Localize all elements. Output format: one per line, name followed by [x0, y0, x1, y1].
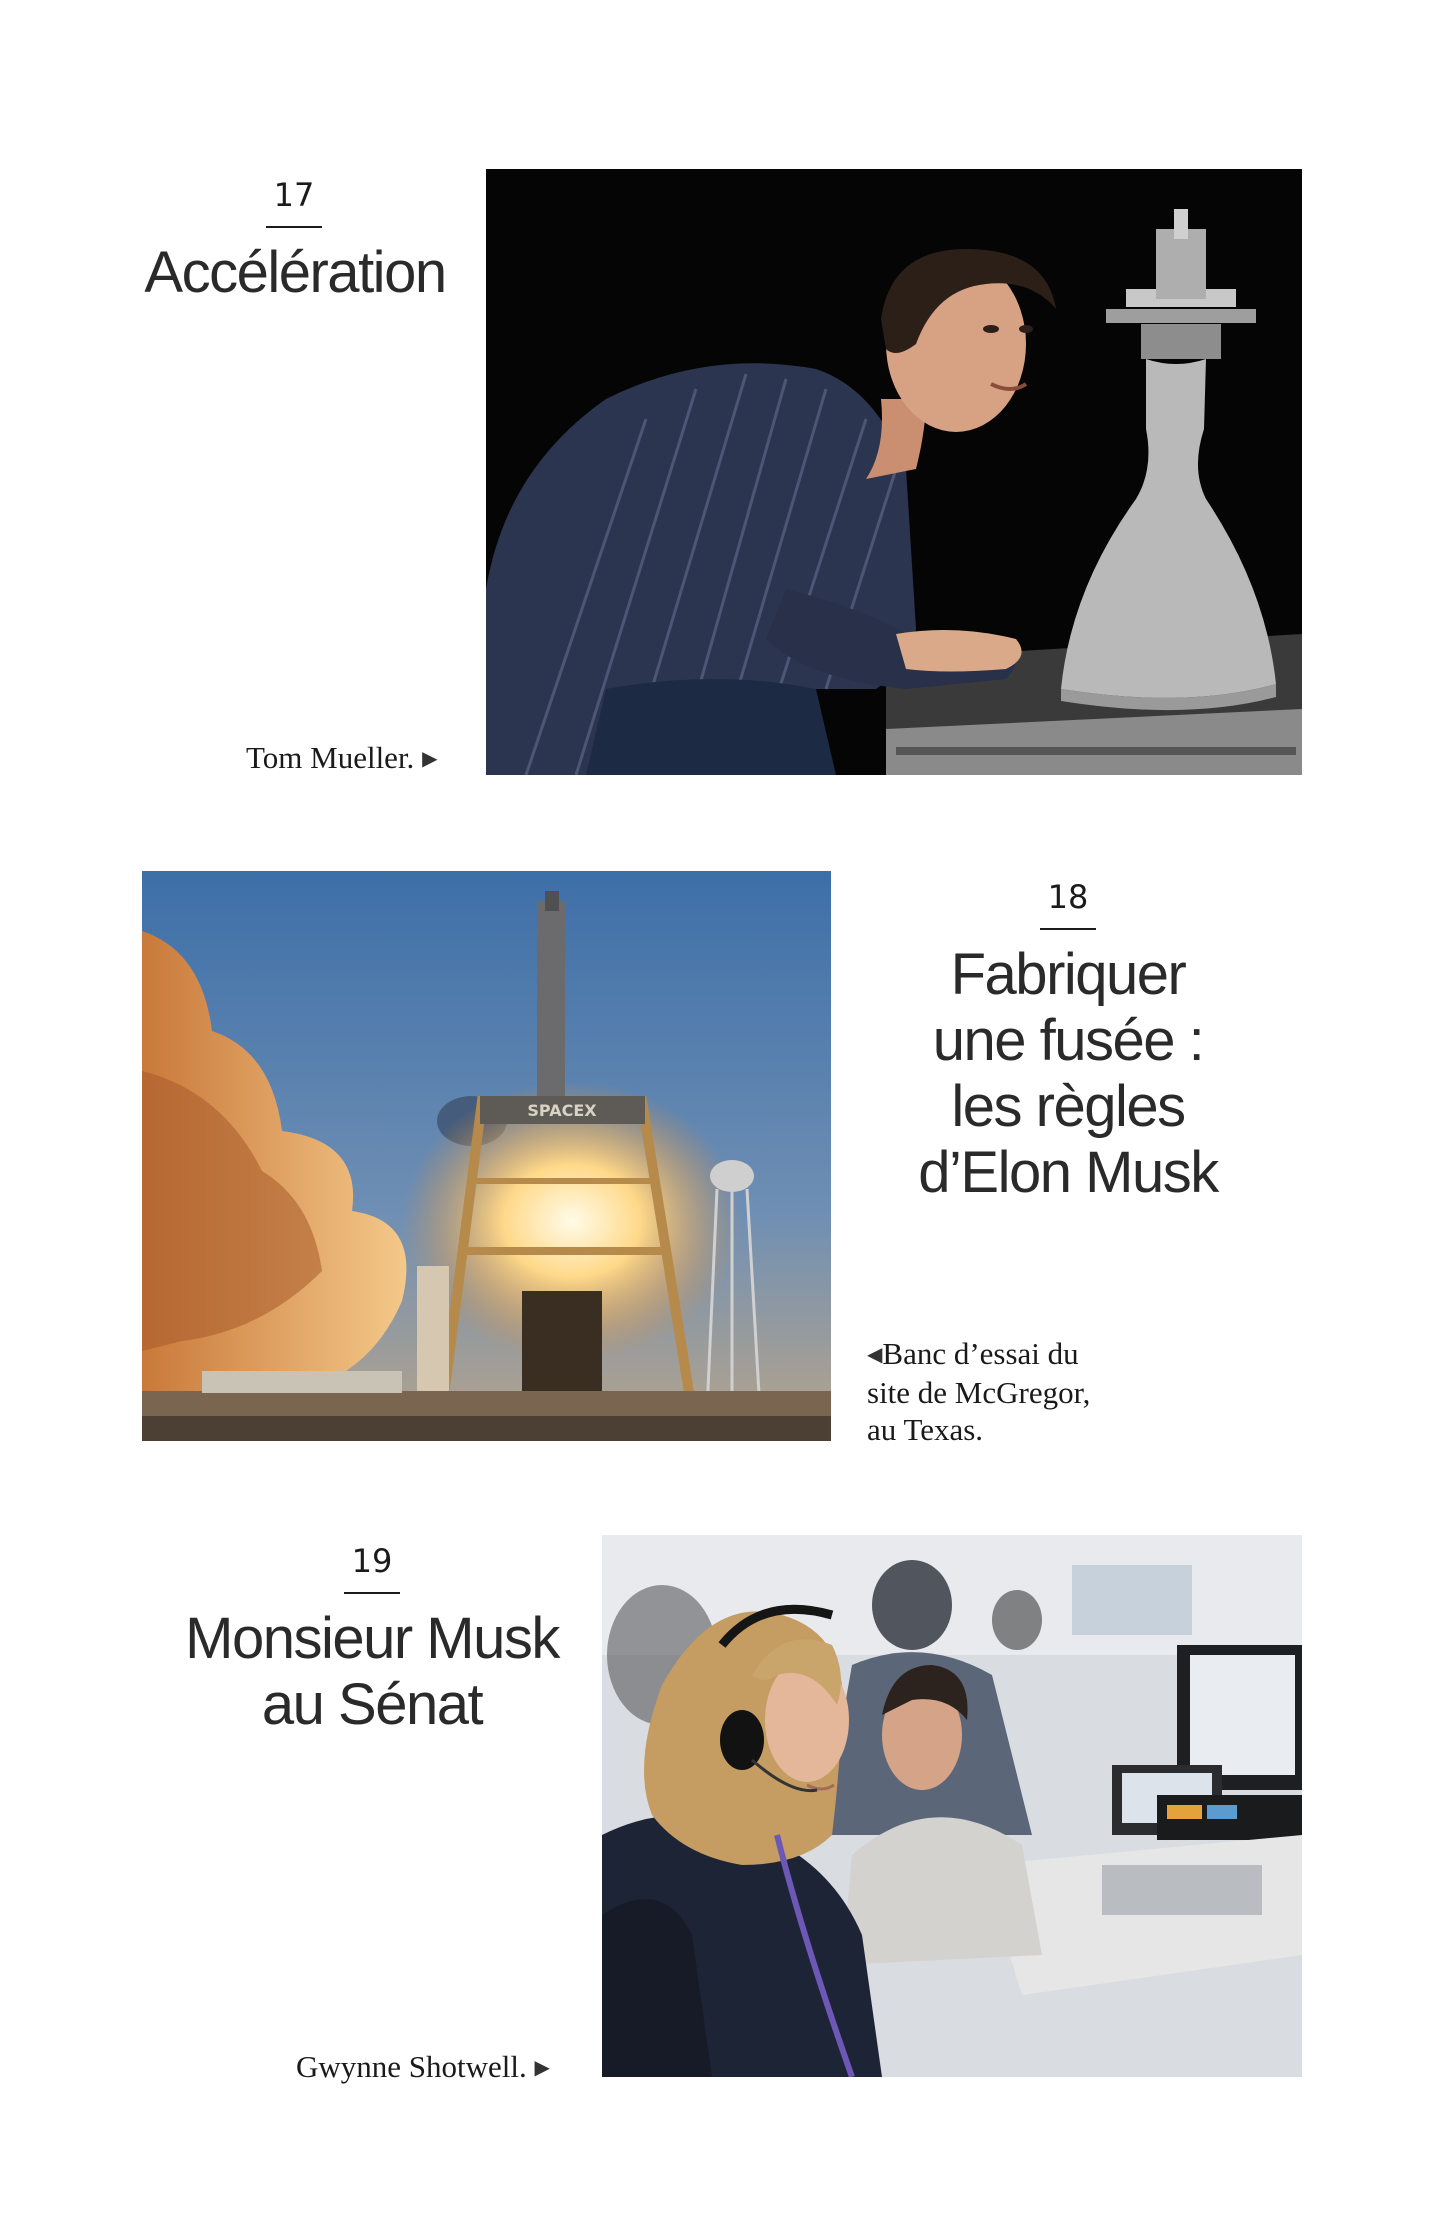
- stand-label: SPACEX: [527, 1101, 597, 1120]
- chapter-number-17: 17: [273, 176, 315, 214]
- photo-gwynne-shotwell: [602, 1535, 1302, 2077]
- caption-line-1: ◀Banc d’essai du: [867, 1335, 1090, 1374]
- chapter-title-18: Fabriquer une fusée : les règles d’Elon …: [880, 942, 1256, 1206]
- photo-caption-18: ◀Banc d’essai du site de McGregor, au Te…: [867, 1335, 1090, 1448]
- caption-arrow-left-icon: ◀: [867, 1344, 883, 1366]
- chapter-rule: [266, 226, 322, 228]
- caption-line-2: site de McGregor,: [867, 1375, 1091, 1410]
- chapter-title-19: Monsieur Musk au Sénat: [170, 1606, 574, 1738]
- title-line: Fabriquer: [950, 942, 1187, 1007]
- photo-caption-17: Tom Mueller. ▶: [246, 739, 437, 778]
- title-line: une fusée :: [932, 1008, 1205, 1073]
- title-line: Accélération: [144, 240, 447, 305]
- title-line: les règles: [951, 1074, 1186, 1139]
- photo-tom-mueller: [486, 169, 1302, 775]
- title-line: Monsieur Musk: [185, 1606, 560, 1671]
- caption-line: Tom Mueller.: [246, 740, 415, 775]
- chapter-rule: [1040, 928, 1096, 930]
- caption-line: Gwynne Shotwell.: [296, 2049, 527, 2084]
- title-line: au Sénat: [261, 1672, 484, 1737]
- photo-caption-19: Gwynne Shotwell. ▶: [296, 2048, 550, 2087]
- chapter-number-19: 19: [351, 1542, 393, 1580]
- caption-arrow-right-icon: ▶: [422, 748, 438, 770]
- caption-text: Banc d’essai du: [882, 1336, 1079, 1371]
- chapter-number-18: 18: [1047, 878, 1089, 916]
- caption-line-3: au Texas.: [867, 1412, 984, 1447]
- caption-arrow-right-icon: ▶: [534, 2057, 550, 2079]
- chapter-rule: [344, 1592, 400, 1594]
- photo-test-stand: SPACEX: [142, 871, 831, 1441]
- chapter-title-17: Accélération: [120, 240, 470, 306]
- title-line: d’Elon Musk: [918, 1140, 1219, 1205]
